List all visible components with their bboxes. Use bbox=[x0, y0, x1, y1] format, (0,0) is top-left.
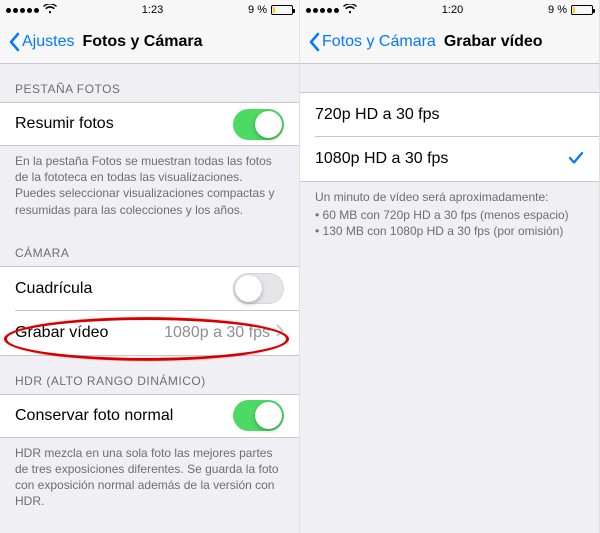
nav-bar: Fotos y Cámara Grabar vídeo bbox=[300, 20, 599, 64]
nav-bar: Ajustes Fotos y Cámara bbox=[0, 20, 299, 64]
nav-title: Fotos y Cámara bbox=[82, 33, 202, 51]
row-label: Grabar vídeo bbox=[15, 324, 164, 342]
footer-hdr: HDR mezcla en una sola foto las mejores … bbox=[0, 438, 299, 520]
back-button[interactable]: Ajustes bbox=[22, 33, 74, 51]
row-resumir-fotos[interactable]: Resumir fotos bbox=[0, 102, 299, 146]
footer-fotos: En la pestaña Fotos se muestran todas la… bbox=[0, 146, 299, 228]
battery-percent: 9 % bbox=[248, 4, 267, 16]
status-time: 1:20 bbox=[442, 4, 463, 16]
signal-dots-icon bbox=[6, 8, 39, 13]
back-chevron-icon[interactable] bbox=[8, 32, 20, 52]
footer-grabar: Un minuto de vídeo será aproximadamente:… bbox=[300, 182, 599, 250]
nav-title: Grabar vídeo bbox=[444, 33, 543, 51]
switch-conservar-foto[interactable] bbox=[233, 400, 284, 431]
screen-photos-camera-settings: 1:23 9 % Ajustes Fotos y Cámara PESTAÑA … bbox=[0, 0, 300, 533]
back-chevron-icon[interactable] bbox=[308, 32, 320, 52]
option-1080p[interactable]: 1080p HD a 30 fps bbox=[300, 137, 599, 181]
row-label: Conservar foto normal bbox=[15, 407, 233, 425]
footer-intro: Un minuto de vídeo será aproximadamente: bbox=[315, 190, 548, 204]
back-button[interactable]: Fotos y Cámara bbox=[322, 33, 436, 51]
row-conservar-foto-normal[interactable]: Conservar foto normal bbox=[0, 394, 299, 438]
status-bar: 1:23 9 % bbox=[0, 0, 299, 20]
battery-icon bbox=[271, 5, 293, 15]
option-label: 720p HD a 30 fps bbox=[315, 106, 584, 124]
row-label: Cuadrícula bbox=[15, 280, 233, 298]
status-bar: 1:20 9 % bbox=[300, 0, 599, 20]
status-time: 1:23 bbox=[142, 4, 163, 16]
row-label: Resumir fotos bbox=[15, 115, 233, 133]
footer-item: 60 MB con 720p HD a 30 fps (menos espaci… bbox=[315, 207, 584, 223]
switch-cuadricula[interactable] bbox=[233, 273, 284, 304]
chevron-right-icon bbox=[276, 324, 284, 342]
battery-percent: 9 % bbox=[548, 4, 567, 16]
signal-dots-icon bbox=[306, 8, 339, 13]
screen-grabar-video: 1:20 9 % Fotos y Cámara Grabar vídeo 720… bbox=[300, 0, 600, 533]
wifi-icon bbox=[343, 4, 357, 17]
section-header-hdr: HDR (ALTO RANGO DINÁMICO) bbox=[0, 356, 299, 394]
section-header-camara: CÁMARA bbox=[0, 228, 299, 266]
battery-icon bbox=[571, 5, 593, 15]
option-label: 1080p HD a 30 fps bbox=[315, 150, 568, 168]
footer-item: 130 MB con 1080p HD a 30 fps (por omisió… bbox=[315, 223, 584, 239]
option-720p[interactable]: 720p HD a 30 fps bbox=[300, 93, 599, 137]
row-value: 1080p a 30 fps bbox=[164, 324, 270, 342]
row-cuadricula[interactable]: Cuadrícula bbox=[0, 267, 299, 311]
wifi-icon bbox=[43, 4, 57, 17]
switch-resumir-fotos[interactable] bbox=[233, 109, 284, 140]
checkmark-icon bbox=[568, 149, 584, 170]
section-header-fotos: PESTAÑA FOTOS bbox=[0, 64, 299, 102]
row-grabar-video[interactable]: Grabar vídeo 1080p a 30 fps bbox=[0, 311, 299, 355]
